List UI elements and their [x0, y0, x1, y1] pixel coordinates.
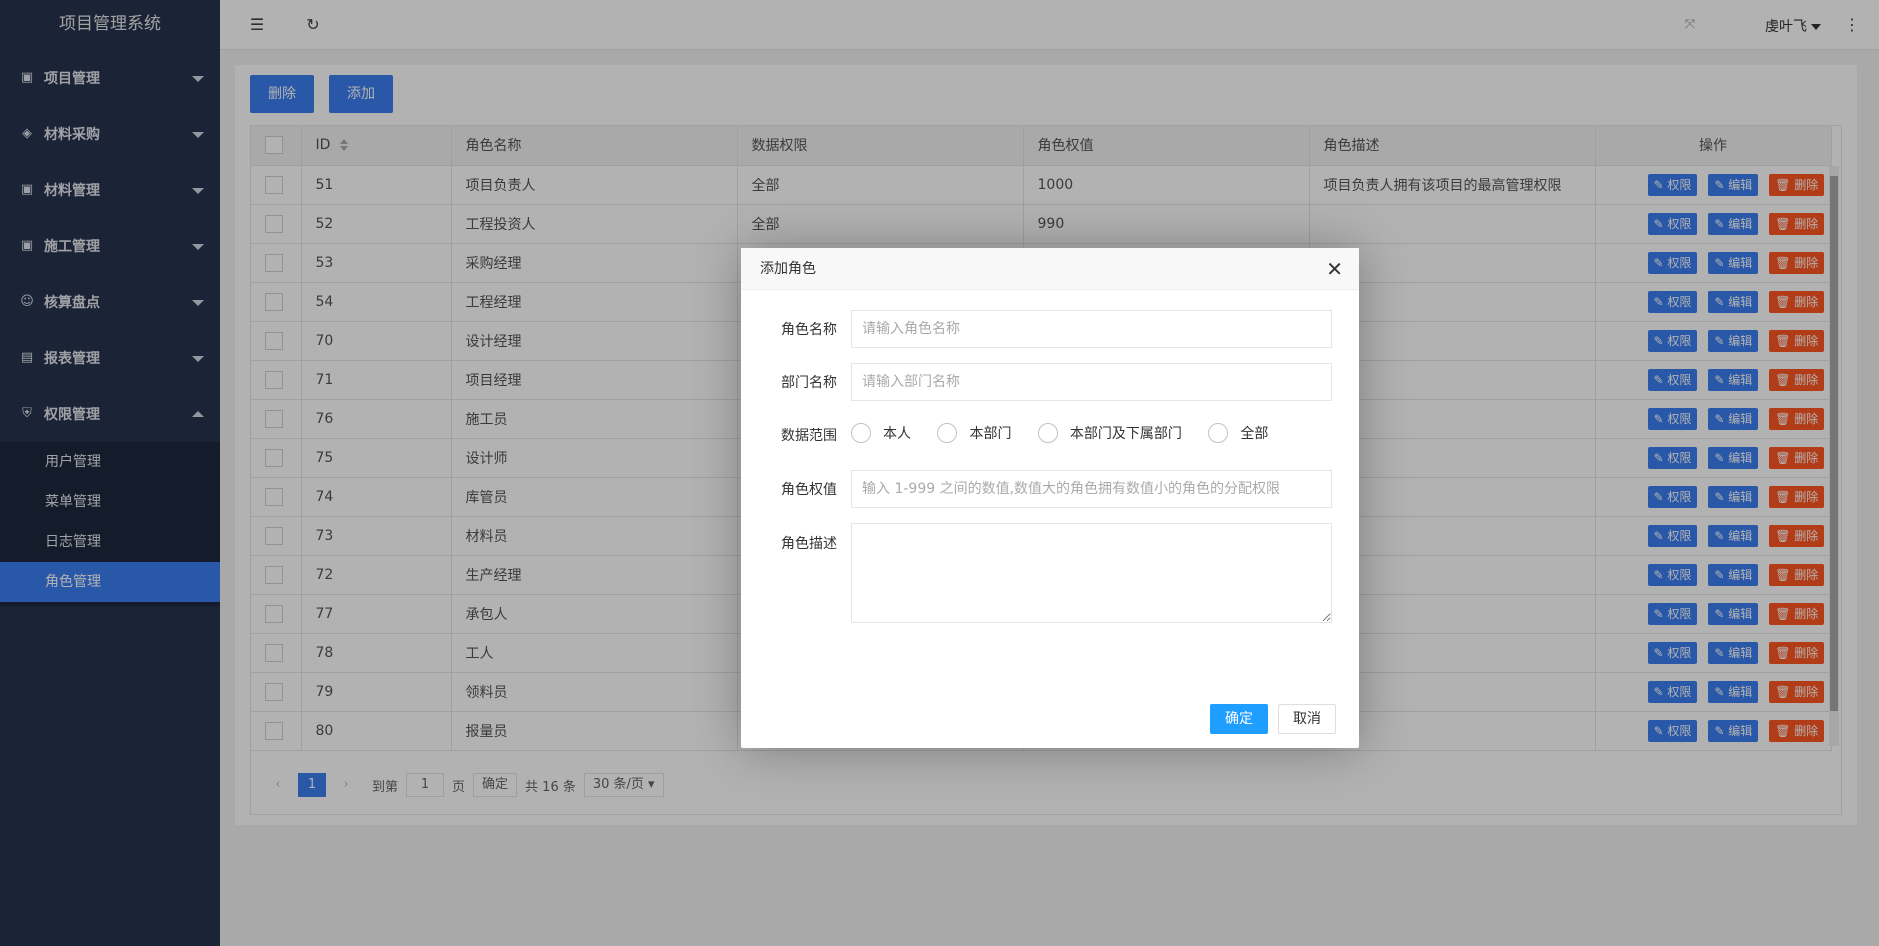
scope-radio-dept-sub[interactable]: 本部门及下属部门: [1037, 423, 1182, 443]
close-icon[interactable]: ✕: [1326, 248, 1343, 290]
add-role-dialog: 添加角色 ✕ 角色名称 部门名称 数据范围 本人 本部门 本部门及下属部门 全部…: [741, 248, 1359, 748]
weight-row: 角色权值: [741, 470, 1359, 508]
scope-radio-self[interactable]: 本人: [851, 423, 911, 443]
dialog-title: 添加角色: [760, 261, 816, 277]
desc-textarea[interactable]: [851, 523, 1332, 623]
confirm-button[interactable]: 确定: [1210, 704, 1268, 734]
role-name-label: 角色名称: [781, 322, 837, 338]
cancel-button[interactable]: 取消: [1278, 704, 1336, 734]
radio-circle[interactable]: [1208, 423, 1229, 443]
scope-radio-dept[interactable]: 本部门: [937, 423, 1011, 443]
scope-radio-all[interactable]: 全部: [1208, 423, 1268, 443]
role-name-input[interactable]: [851, 310, 1332, 348]
desc-row: 角色描述: [741, 523, 1359, 623]
weight-input[interactable]: [851, 470, 1332, 508]
scope-row: 数据范围 本人 本部门 本部门及下属部门 全部: [741, 416, 1359, 454]
desc-label: 角色描述: [781, 536, 837, 552]
radio-circle[interactable]: [1037, 423, 1058, 443]
dept-name-input[interactable]: [851, 363, 1332, 401]
dept-name-label: 部门名称: [781, 375, 837, 391]
radio-circle[interactable]: [851, 423, 871, 443]
dept-name-row: 部门名称: [741, 363, 1359, 401]
dialog-header: 添加角色 ✕: [741, 248, 1359, 290]
weight-label: 角色权值: [781, 482, 837, 498]
scope-label: 数据范围: [781, 428, 837, 444]
scope-radio-group: 本人 本部门 本部门及下属部门 全部: [851, 423, 1290, 447]
role-name-row: 角色名称: [741, 310, 1359, 348]
radio-circle[interactable]: [937, 423, 958, 443]
